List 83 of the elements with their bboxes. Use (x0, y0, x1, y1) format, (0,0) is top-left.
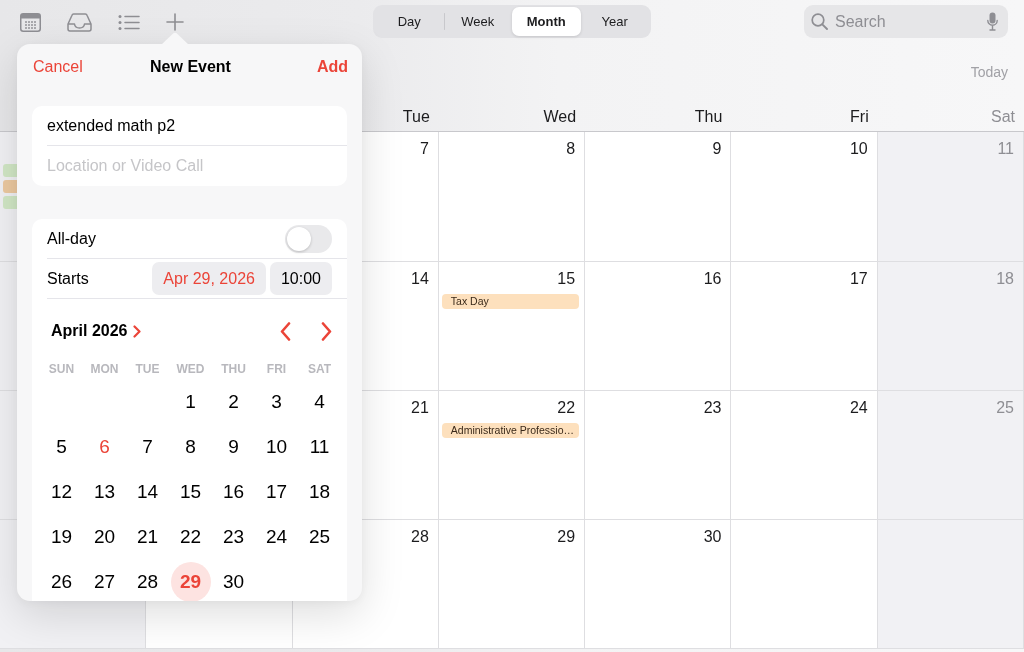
picker-day[interactable]: 15 (170, 471, 211, 512)
inbox-tray-icon[interactable] (67, 12, 92, 32)
picker-day[interactable]: 14 (127, 471, 168, 512)
month-year-button[interactable]: April 2026 (51, 322, 142, 340)
picker-day[interactable]: 18 (299, 471, 340, 512)
date-number: 16 (703, 270, 723, 288)
starts-label: Starts (47, 269, 89, 288)
date-number: 11 (997, 140, 1015, 158)
date-number: 7 (419, 140, 430, 158)
date-number: 14 (411, 270, 430, 288)
chevron-left-icon[interactable] (280, 321, 291, 341)
add-button[interactable]: Add (316, 58, 348, 76)
date-number: 9 (712, 140, 723, 158)
picker-day[interactable]: 30 (213, 561, 254, 601)
date-number: 25 (996, 399, 1015, 417)
picker-day[interactable]: 28 (127, 561, 168, 601)
picker-day[interactable]: 26 (41, 561, 82, 601)
picker-day[interactable]: 16 (213, 471, 254, 512)
picker-day[interactable]: 25 (299, 516, 340, 557)
date-number: 17 (849, 270, 869, 288)
picker-day[interactable]: 17 (256, 471, 297, 512)
picker-day[interactable]: 10 (256, 426, 297, 467)
picker-day[interactable]: 22 (170, 516, 211, 557)
picker-day[interactable]: 27 (84, 561, 125, 601)
picker-day[interactable]: 11 (299, 426, 340, 467)
plus-icon[interactable] (166, 13, 184, 31)
search-input[interactable]: Search (835, 12, 980, 31)
date-number: 30 (703, 528, 723, 546)
weekday-label: WED (176, 361, 205, 378)
weekday-label: Tue (402, 107, 430, 127)
popover-title: New Event (150, 58, 231, 76)
search-icon (811, 13, 828, 30)
picker-day[interactable]: 19 (41, 516, 82, 557)
search-field[interactable]: Search (804, 5, 1008, 38)
date-number: 29 (557, 528, 577, 546)
picker-day[interactable]: 13 (84, 471, 125, 512)
date-number: 21 (411, 399, 430, 417)
date-number: 24 (849, 399, 869, 417)
picker-day[interactable]: 7 (127, 426, 168, 467)
date-number: 23 (703, 399, 723, 417)
start-time-button[interactable]: 10:00 (269, 262, 332, 295)
picker-day[interactable]: 8 (170, 426, 211, 467)
date-number: 15 (557, 270, 577, 288)
picker-day[interactable]: 2 (213, 381, 254, 422)
picker-day[interactable]: 20 (84, 516, 125, 557)
chevron-right-icon[interactable] (321, 321, 332, 341)
picker-day[interactable]: 24 (256, 516, 297, 557)
weekday-label: MON (90, 361, 119, 378)
weekday-label: SUN (48, 361, 75, 378)
view-tab[interactable]: Day (375, 7, 444, 36)
cancel-button[interactable]: Cancel (33, 58, 83, 76)
picker-day[interactable]: 1 (170, 381, 211, 422)
weekday-label: Sat (991, 107, 1015, 127)
event-chip[interactable]: Tax Day (441, 294, 580, 309)
weekday-label: Thu (694, 107, 723, 127)
picker-day[interactable]: 5 (41, 426, 82, 467)
microphone-icon[interactable] (987, 12, 998, 31)
picker-day[interactable]: 21 (127, 516, 168, 557)
date-number: 18 (996, 270, 1015, 288)
date-number: 8 (566, 140, 577, 158)
date-number: 10 (849, 140, 869, 158)
list-icon[interactable] (118, 13, 140, 31)
chevron-right-icon (133, 324, 142, 338)
weekday-label: Wed (543, 107, 577, 127)
weekday-label: TUE (135, 361, 160, 378)
all-day-label: All-day (47, 229, 96, 248)
weekday-label: Fri (850, 107, 869, 127)
weekday-label: SAT (307, 361, 332, 378)
all-day-toggle[interactable] (285, 224, 332, 253)
view-tab[interactable]: Year (580, 7, 649, 36)
picker-day[interactable]: 9 (213, 426, 254, 467)
picker-day[interactable]: 3 (256, 381, 297, 422)
date-number: 22 (557, 399, 577, 417)
date-number: 28 (411, 528, 430, 546)
picker-day[interactable]: 23 (213, 516, 254, 557)
weekday-label: THU (221, 361, 246, 378)
picker-day[interactable]: 4 (299, 381, 340, 422)
picker-day[interactable]: 12 (41, 471, 82, 512)
calendar-icon[interactable] (20, 12, 41, 32)
view-tab[interactable]: Month (512, 7, 581, 36)
picker-day[interactable]: 6 (84, 426, 125, 467)
event-chip[interactable]: Administrative Professio… (441, 423, 580, 438)
weekday-label: FRI (266, 361, 287, 378)
